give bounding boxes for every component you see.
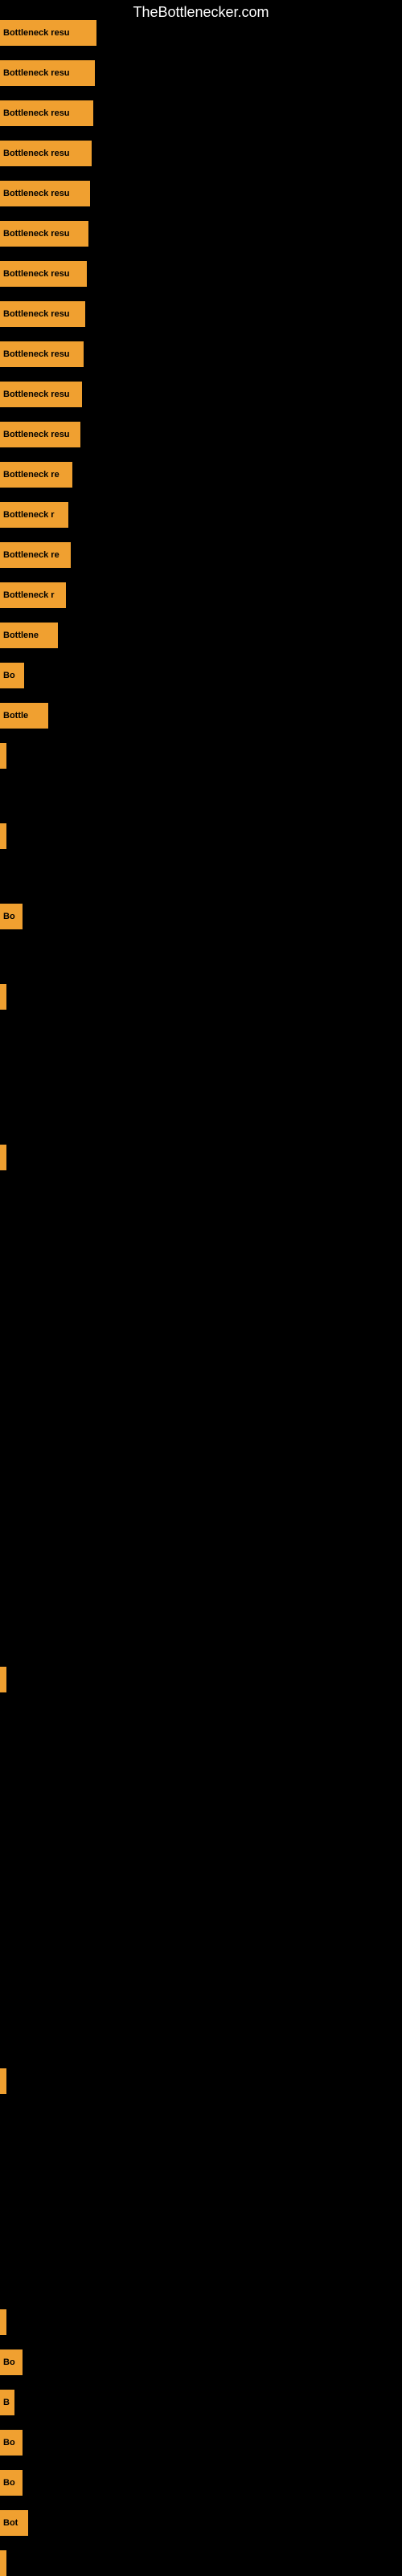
bar-item: Bottleneck resu	[0, 20, 96, 46]
bar-item: Bottlene	[0, 623, 58, 648]
bar-item: Bottle	[0, 703, 48, 729]
bar-label: Bottleneck re	[3, 470, 59, 480]
bar-item: Bo	[0, 904, 23, 929]
bar-label: Bottleneck resu	[3, 149, 70, 158]
bar-item: Bottleneck resu	[0, 382, 82, 407]
bar-label: Bottleneck resu	[3, 189, 70, 198]
bar-item	[0, 743, 6, 769]
bar-label: Bottleneck resu	[3, 430, 70, 439]
bar-item: Bottleneck resu	[0, 60, 95, 86]
bar-label: B	[3, 2398, 10, 2407]
bar-label: Bo	[3, 671, 15, 680]
bar-label: Bottleneck resu	[3, 229, 70, 239]
bar-label: Bottleneck re	[3, 550, 59, 560]
bar-label: Bottlene	[3, 631, 39, 640]
bar-label: Bottleneck r	[3, 590, 55, 600]
bar-item: Bottleneck resu	[0, 221, 88, 247]
bar-label: Bottleneck r	[3, 510, 55, 520]
bar-label: Bo	[3, 2438, 15, 2447]
bar-item: B	[0, 2390, 14, 2415]
bar-item: Bottleneck re	[0, 542, 71, 568]
bar-item: Bo	[0, 2470, 23, 2496]
bar-label: Bo	[3, 912, 15, 921]
bar-item: Bottleneck resu	[0, 261, 87, 287]
bar-item: Bottleneck resu	[0, 100, 93, 126]
bar-label: Bottleneck resu	[3, 390, 70, 399]
bar-item: Bo	[0, 663, 24, 688]
bar-item	[0, 2068, 6, 2094]
bar-item: Bottleneck resu	[0, 422, 80, 447]
bar-item: Bo	[0, 2349, 23, 2375]
bar-item: Bottleneck resu	[0, 181, 90, 206]
bar-item	[0, 2309, 6, 2335]
bar-item: Bottleneck resu	[0, 301, 85, 327]
bar-label: Bottle	[3, 711, 28, 721]
bar-item	[0, 2550, 6, 2576]
bar-label: Bottleneck resu	[3, 269, 70, 279]
bar-item: Bot	[0, 2510, 28, 2536]
bar-item: Bo	[0, 2430, 23, 2456]
bar-label: Bottleneck resu	[3, 68, 70, 78]
bar-item	[0, 823, 6, 849]
bar-item: Bottleneck resu	[0, 341, 84, 367]
bar-label: Bo	[3, 2358, 15, 2367]
bar-label: Bot	[3, 2518, 18, 2528]
bar-item: Bottleneck re	[0, 462, 72, 488]
bar-item	[0, 1145, 6, 1170]
bar-label: Bottleneck resu	[3, 349, 70, 359]
bar-item	[0, 1667, 6, 1692]
bar-item: Bottleneck r	[0, 582, 66, 608]
bar-label: Bottleneck resu	[3, 108, 70, 118]
bar-label: Bottleneck resu	[3, 28, 70, 38]
bar-label: Bo	[3, 2478, 15, 2488]
bar-item	[0, 984, 6, 1010]
bar-item: Bottleneck r	[0, 502, 68, 528]
bar-item: Bottleneck resu	[0, 141, 92, 166]
bar-label: Bottleneck resu	[3, 309, 70, 319]
